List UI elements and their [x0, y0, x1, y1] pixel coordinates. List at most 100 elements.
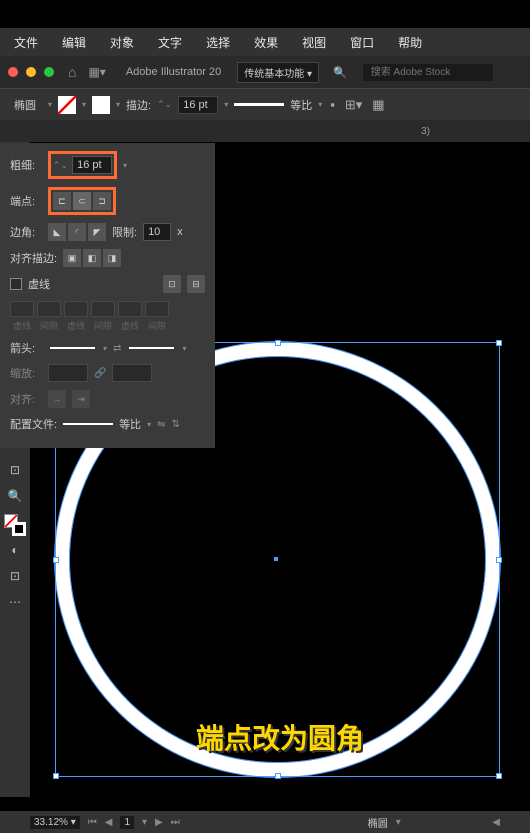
arrow-scale-label: 缩放:: [10, 365, 42, 381]
weight-stepper-icon[interactable]: ⌃⌄: [53, 160, 68, 171]
scale-label: 等比: [290, 97, 312, 113]
corner-bevel[interactable]: ◤: [88, 223, 106, 241]
profile-value: 等比: [119, 416, 141, 432]
profile-sample[interactable]: [63, 423, 113, 425]
status-bar: 33.12% ▾ ⏮ ◀ 1 ▾ ▶ ⏭ 椭圆 ▾ ◀: [0, 811, 530, 833]
flip-h-icon[interactable]: ⇋: [157, 419, 165, 430]
tool-btn[interactable]: ◐: [3, 538, 27, 562]
align-outside[interactable]: ◨: [103, 249, 121, 267]
menu-type[interactable]: 文字: [148, 30, 192, 55]
resize-handle[interactable]: [53, 557, 59, 563]
stroke-panel: 粗细: ⌃⌄ ▾ 端点: ⊏ ⊂ ⊐ 边角: ◣ ◜ ◤ 限制: x 对齐描边:…: [0, 143, 215, 448]
zoom-dropdown[interactable]: 33.12% ▾: [30, 816, 80, 829]
align-icon[interactable]: ⊞▾: [343, 95, 364, 115]
document-tab[interactable]: 3): [0, 120, 530, 142]
limit-input[interactable]: [143, 223, 171, 241]
page-input[interactable]: 1: [120, 816, 134, 829]
weight-input[interactable]: [72, 156, 112, 174]
resize-handle[interactable]: [53, 773, 59, 779]
weight-dd-arrow[interactable]: ▾: [123, 161, 127, 170]
scroll-left-icon[interactable]: ◀: [492, 817, 500, 828]
stepper-icon[interactable]: ⌃⌄: [157, 99, 172, 110]
dash-align[interactable]: ⊟: [187, 275, 205, 293]
dashed-checkbox[interactable]: [10, 278, 22, 290]
dash-preserve[interactable]: ⊡: [163, 275, 181, 293]
scale-end-input[interactable]: [112, 364, 152, 382]
menu-bar: 文件 编辑 对象 文字 选择 效果 视图 窗口 帮助: [0, 28, 530, 56]
search-input[interactable]: [363, 64, 493, 81]
corner-round[interactable]: ◜: [68, 223, 86, 241]
transform-icon[interactable]: ▦: [370, 95, 386, 115]
search-icon: 🔍: [333, 66, 347, 79]
fill-stroke-toggle[interactable]: [4, 514, 26, 536]
menu-file[interactable]: 文件: [4, 30, 48, 55]
corner-label: 边角:: [10, 224, 42, 240]
arrow-label: 箭头:: [10, 340, 42, 356]
menu-window[interactable]: 窗口: [340, 30, 384, 55]
cap-round[interactable]: ⊂: [73, 192, 91, 210]
page-dd-arrow[interactable]: ▾: [142, 817, 147, 828]
maximize-button[interactable]: [44, 67, 54, 77]
resize-handle[interactable]: [275, 340, 281, 346]
annotation-text: 端点改为圆角: [196, 717, 364, 757]
home-icon[interactable]: ⌂: [68, 64, 76, 80]
stroke-swatch[interactable]: [92, 96, 110, 114]
gap-input[interactable]: [37, 301, 61, 317]
swap-arrows-icon[interactable]: ⇄: [113, 343, 121, 354]
cap-butt[interactable]: ⊏: [53, 192, 71, 210]
resize-handle[interactable]: [496, 557, 502, 563]
cap-projecting[interactable]: ⊐: [93, 192, 111, 210]
menu-view[interactable]: 视图: [292, 30, 336, 55]
align-center[interactable]: ▣: [63, 249, 81, 267]
tool-btn[interactable]: ⊡: [3, 564, 27, 588]
opacity-icon[interactable]: ▪: [328, 95, 337, 114]
menu-select[interactable]: 选择: [196, 30, 240, 55]
corner-miter[interactable]: ◣: [48, 223, 66, 241]
shape-dropdown-arrow[interactable]: ▾: [48, 100, 52, 109]
layout-icon[interactable]: ▦▾: [88, 65, 105, 79]
arrow-align-tip[interactable]: →: [48, 390, 66, 408]
align-inside[interactable]: ◧: [83, 249, 101, 267]
prev-page-icon[interactable]: ◀: [105, 817, 113, 828]
last-page-icon[interactable]: ⏭: [171, 817, 180, 828]
arrow-align-end[interactable]: ⇥: [72, 390, 90, 408]
title-bar: ⌂ ▦▾ Adobe Illustrator 20 传统基本功能 ▾ 🔍: [0, 56, 530, 88]
gap-input[interactable]: [145, 301, 169, 317]
stroke-dropdown-arrow[interactable]: ▾: [116, 100, 120, 109]
tool-btn[interactable]: 🔍: [3, 484, 27, 508]
dash-input[interactable]: [64, 301, 88, 317]
arrow-end[interactable]: [129, 347, 174, 349]
stroke-weight-input[interactable]: [178, 96, 218, 114]
limit-x: x: [177, 226, 183, 238]
minimize-button[interactable]: [26, 67, 36, 77]
weight-dropdown-arrow[interactable]: ▾: [224, 100, 228, 109]
resize-handle[interactable]: [496, 340, 502, 346]
flip-v-icon[interactable]: ⇅: [171, 419, 179, 430]
stroke-profile-sample[interactable]: [234, 103, 284, 106]
close-button[interactable]: [8, 67, 18, 77]
menu-object[interactable]: 对象: [100, 30, 144, 55]
first-page-icon[interactable]: ⏮: [88, 817, 97, 828]
gap-input[interactable]: [91, 301, 115, 317]
arrow-start[interactable]: [50, 347, 95, 349]
resize-handle[interactable]: [275, 773, 281, 779]
fill-swatch[interactable]: [58, 96, 76, 114]
dash-input[interactable]: [118, 301, 142, 317]
workspace-dropdown[interactable]: 传统基本功能 ▾: [237, 62, 319, 83]
status-dd-arrow[interactable]: ▾: [396, 817, 401, 828]
next-page-icon[interactable]: ▶: [155, 817, 163, 828]
menu-effect[interactable]: 效果: [244, 30, 288, 55]
scale-dropdown-arrow[interactable]: ▾: [318, 100, 322, 109]
dash-input[interactable]: [10, 301, 34, 317]
menu-edit[interactable]: 编辑: [52, 30, 96, 55]
tool-btn[interactable]: ⋯: [3, 590, 27, 614]
dashed-label: 虚线: [28, 276, 50, 292]
fill-dropdown-arrow[interactable]: ▾: [82, 100, 86, 109]
shape-type[interactable]: 椭圆: [8, 95, 42, 115]
status-shape: 椭圆: [368, 815, 388, 830]
link-icon[interactable]: 🔗: [94, 368, 106, 379]
menu-help[interactable]: 帮助: [388, 30, 432, 55]
resize-handle[interactable]: [496, 773, 502, 779]
tool-btn[interactable]: ⊡: [3, 458, 27, 482]
scale-start-input[interactable]: [48, 364, 88, 382]
